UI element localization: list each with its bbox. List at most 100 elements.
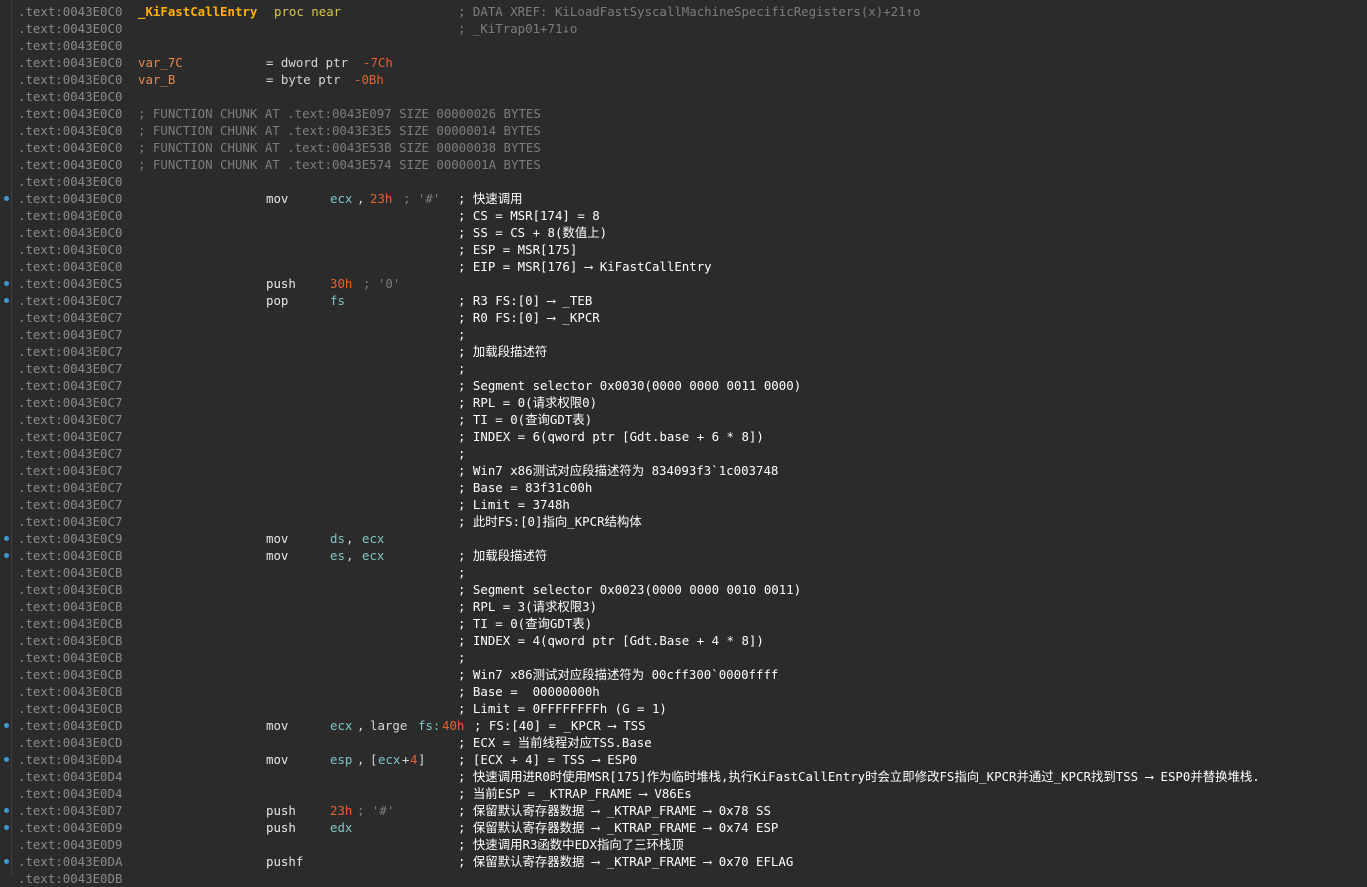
operand[interactable]: es bbox=[330, 547, 345, 564]
listing-line[interactable]: .text:0043E0C0 ; SS = CS + 8(数值上) bbox=[0, 224, 1367, 241]
instruction-marker-icon[interactable] bbox=[4, 723, 9, 728]
listing-line[interactable]: .text:0043E0C7 ; Win7 x86测试对应段描述符为 834093… bbox=[0, 462, 1367, 479]
listing-line[interactable]: .text:0043E0C0 bbox=[0, 88, 1367, 105]
function-name[interactable]: _KiFastCallEntry bbox=[138, 3, 257, 20]
listing-line[interactable]: .text:0043E0C5 push 30h ; '0' bbox=[0, 275, 1367, 292]
listing-line[interactable]: .text:0043E0C0 ; _KiTrap01+71↓o bbox=[0, 20, 1367, 37]
operand[interactable]: -0Bh bbox=[354, 71, 384, 88]
listing-line[interactable]: .text:0043E0CB ; RPL = 3(请求权限3) bbox=[0, 598, 1367, 615]
listing-line[interactable]: .text:0043E0C7 ; 此时FS:[0]指向_KPCR结构体 bbox=[0, 513, 1367, 530]
address-label[interactable]: .text:0043E0C7 bbox=[18, 326, 122, 343]
listing-line[interactable]: .text:0043E0CD ; ECX = 当前线程对应TSS.Base bbox=[0, 734, 1367, 751]
mnemonic[interactable]: push bbox=[266, 275, 296, 292]
listing-line[interactable]: .text:0043E0D7 push 23h ; '#' ; 保留默认寄存器数据 ⟶ … bbox=[0, 802, 1367, 819]
address-label[interactable]: .text:0043E0C0 bbox=[18, 37, 122, 54]
address-label[interactable]: .text:0043E0C0 bbox=[18, 3, 122, 20]
address-label[interactable]: .text:0043E0C7 bbox=[18, 377, 122, 394]
listing-line[interactable]: .text:0043E0C0 ; FUNCTION CHUNK AT .text:… bbox=[0, 105, 1367, 122]
address-label[interactable]: .text:0043E0CB bbox=[18, 666, 122, 683]
address-label[interactable]: .text:0043E0C0 bbox=[18, 207, 122, 224]
listing-line[interactable]: .text:0043E0C7 ; INDEX = 6(qword ptr [Gdt… bbox=[0, 428, 1367, 445]
address-label[interactable]: .text:0043E0C0 bbox=[18, 258, 122, 275]
address-label[interactable]: .text:0043E0CB bbox=[18, 547, 122, 564]
operand[interactable]: large bbox=[370, 717, 407, 734]
operand[interactable]: ds bbox=[330, 530, 345, 547]
listing-line[interactable]: .text:0043E0C0 _KiFastCallEntry proc near;… bbox=[0, 3, 1367, 20]
listing-line[interactable]: .text:0043E0CB mov es, ecx ; 加载段描述符 bbox=[0, 547, 1367, 564]
address-label[interactable]: .text:0043E0D4 bbox=[18, 785, 122, 802]
address-label[interactable]: .text:0043E0C0 bbox=[18, 88, 122, 105]
listing-line[interactable]: .text:0043E0C0 ; EIP = MSR[176] ⟶ KiFastC… bbox=[0, 258, 1367, 275]
address-label[interactable]: .text:0043E0C7 bbox=[18, 445, 122, 462]
address-label[interactable]: .text:0043E0D9 bbox=[18, 819, 122, 836]
instruction-marker-icon[interactable] bbox=[4, 553, 9, 558]
address-label[interactable]: .text:0043E0C7 bbox=[18, 360, 122, 377]
address-label[interactable]: .text:0043E0C7 bbox=[18, 428, 122, 445]
instruction-marker-icon[interactable] bbox=[4, 757, 9, 762]
instruction-marker-icon[interactable] bbox=[4, 536, 9, 541]
listing-line[interactable]: .text:0043E0C7; bbox=[0, 360, 1367, 377]
listing-line[interactable]: .text:0043E0D9 push edx ; 保留默认寄存器数据 ⟶ _KTRA… bbox=[0, 819, 1367, 836]
address-label[interactable]: .text:0043E0CB bbox=[18, 564, 122, 581]
operand[interactable]: ecx bbox=[330, 717, 352, 734]
listing-line[interactable]: .text:0043E0CB ; Limit = 0FFFFFFFFh (G = … bbox=[0, 700, 1367, 717]
instruction-marker-icon[interactable] bbox=[4, 825, 9, 830]
listing-line[interactable]: .text:0043E0DB bbox=[0, 870, 1367, 887]
address-label[interactable]: .text:0043E0C7 bbox=[18, 411, 122, 428]
listing-line[interactable]: .text:0043E0C7 ; Base = 83f31c00h bbox=[0, 479, 1367, 496]
listing-line[interactable]: .text:0043E0C7 ; RPL = 0(请求权限0) bbox=[0, 394, 1367, 411]
address-label[interactable]: .text:0043E0C0 bbox=[18, 224, 122, 241]
operand[interactable]: ] bbox=[418, 751, 425, 768]
operand[interactable]: , bbox=[357, 751, 364, 768]
address-label[interactable]: .text:0043E0DB bbox=[18, 870, 122, 887]
mnemonic[interactable]: push bbox=[266, 819, 296, 836]
address-label[interactable]: .text:0043E0CB bbox=[18, 649, 122, 666]
operand[interactable]: = dword ptr bbox=[266, 54, 356, 71]
operand[interactable]: , bbox=[346, 547, 353, 564]
address-label[interactable]: .text:0043E0CB bbox=[18, 598, 122, 615]
listing-line[interactable]: .text:0043E0D4 mov esp, [ecx +4] ; [ECX + 4] … bbox=[0, 751, 1367, 768]
listing-line[interactable]: .text:0043E0C7; bbox=[0, 445, 1367, 462]
listing-line[interactable]: .text:0043E0C7; bbox=[0, 326, 1367, 343]
mnemonic[interactable]: mov bbox=[266, 190, 288, 207]
listing-line[interactable]: .text:0043E0C7 ; 加载段描述符 bbox=[0, 343, 1367, 360]
listing-line[interactable]: .text:0043E0C7 ; TI = 0(查询GDT表) bbox=[0, 411, 1367, 428]
address-label[interactable]: .text:0043E0D4 bbox=[18, 751, 122, 768]
listing-line[interactable]: .text:0043E0D4 ; 快速调用进R0时使用MSR[175]作为临时堆栈… bbox=[0, 768, 1367, 785]
listing-line[interactable]: .text:0043E0CB ; Segment selector 0x0023(… bbox=[0, 581, 1367, 598]
listing-line[interactable]: .text:0043E0CB; bbox=[0, 564, 1367, 581]
listing-line[interactable]: .text:0043E0C0 ; FUNCTION CHUNK AT .text:… bbox=[0, 139, 1367, 156]
operand[interactable]: [ bbox=[370, 751, 377, 768]
address-label[interactable]: .text:0043E0DA bbox=[18, 853, 122, 870]
address-label[interactable]: .text:0043E0C7 bbox=[18, 513, 122, 530]
operand[interactable]: esp bbox=[330, 751, 352, 768]
listing-line[interactable]: .text:0043E0C0 bbox=[0, 37, 1367, 54]
listing-line[interactable]: .text:0043E0C7 pop fs ; R3 FS:[0] ⟶ _TEB bbox=[0, 292, 1367, 309]
listing-line[interactable]: .text:0043E0CB ; TI = 0(查询GDT表) bbox=[0, 615, 1367, 632]
operand[interactable]: , bbox=[357, 717, 364, 734]
variable-name[interactable]: var_B bbox=[138, 71, 175, 88]
listing-line[interactable]: .text:0043E0C0 var_B = byte ptr -0Bh bbox=[0, 71, 1367, 88]
address-label[interactable]: .text:0043E0D9 bbox=[18, 836, 122, 853]
address-label[interactable]: .text:0043E0CB bbox=[18, 683, 122, 700]
listing-line[interactable]: .text:0043E0C7 ; Limit = 3748h bbox=[0, 496, 1367, 513]
address-label[interactable]: .text:0043E0C0 bbox=[18, 139, 122, 156]
mnemonic[interactable]: mov bbox=[266, 547, 288, 564]
listing-line[interactable]: .text:0043E0C7 ; Segment selector 0x0030(… bbox=[0, 377, 1367, 394]
address-label[interactable]: .text:0043E0C7 bbox=[18, 343, 122, 360]
operand[interactable]: 23h bbox=[370, 190, 392, 207]
address-label[interactable]: .text:0043E0C0 bbox=[18, 105, 122, 122]
operand[interactable]: ecx bbox=[362, 530, 384, 547]
address-label[interactable]: .text:0043E0CD bbox=[18, 717, 122, 734]
listing-line[interactable]: .text:0043E0C0 ; FUNCTION CHUNK AT .text:… bbox=[0, 156, 1367, 173]
address-label[interactable]: .text:0043E0D7 bbox=[18, 802, 122, 819]
address-label[interactable]: .text:0043E0CB bbox=[18, 632, 122, 649]
address-label[interactable]: .text:0043E0C7 bbox=[18, 496, 122, 513]
listing-line[interactable]: .text:0043E0CB ; INDEX = 4(qword ptr [Gdt… bbox=[0, 632, 1367, 649]
mnemonic[interactable]: pushf bbox=[266, 853, 303, 870]
operand[interactable]: ecx bbox=[330, 190, 352, 207]
mnemonic[interactable]: mov bbox=[266, 530, 288, 547]
instruction-marker-icon[interactable] bbox=[4, 808, 9, 813]
listing-line[interactable]: .text:0043E0CB; bbox=[0, 649, 1367, 666]
operand[interactable]: 40h bbox=[442, 717, 464, 734]
